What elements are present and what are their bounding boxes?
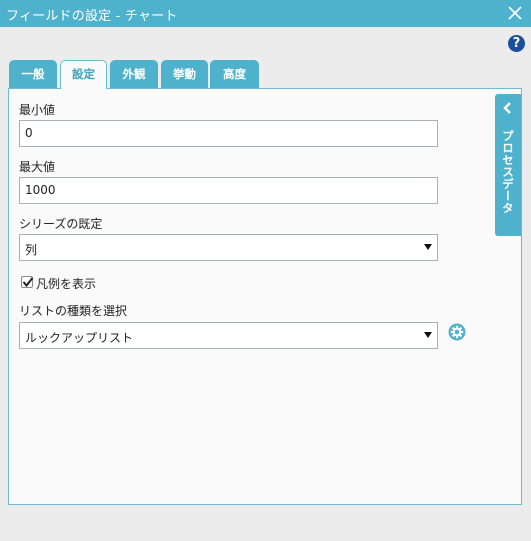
series-default-label: シリーズの既定 xyxy=(19,217,103,231)
help-button[interactable]: ? xyxy=(508,35,525,52)
list-type-select[interactable]: ルックアップリスト xyxy=(19,322,438,349)
list-type-value: ルックアップリスト xyxy=(25,331,134,345)
tab-advanced[interactable]: 高度 xyxy=(210,60,259,88)
dropdown-arrow-icon xyxy=(424,244,432,250)
close-button[interactable] xyxy=(505,3,525,23)
list-type-label: リストの種類を選択 xyxy=(19,304,128,318)
window-title: フィールドの設定 - チャート xyxy=(6,9,178,24)
checkmark-icon xyxy=(22,277,34,288)
show-legend-checkbox[interactable] xyxy=(21,276,34,288)
process-data-tab[interactable]: プロセスデータ xyxy=(495,94,521,236)
tab-behavior[interactable]: 挙動 xyxy=(161,60,208,88)
gear-icon xyxy=(448,323,466,341)
tab-appearance[interactable]: 外観 xyxy=(110,60,158,88)
min-value-input[interactable]: 0 xyxy=(19,120,438,147)
tab-general[interactable]: 一般 xyxy=(9,60,57,88)
chevron-left-icon xyxy=(503,102,511,114)
process-data-label: プロセスデータ xyxy=(501,130,515,214)
tab-settings[interactable]: 設定 xyxy=(60,60,107,89)
title-bar: フィールドの設定 - チャート xyxy=(0,0,531,27)
show-legend-label: 凡例を表示 xyxy=(36,277,97,291)
min-value-label: 最小値 xyxy=(19,103,56,117)
max-value-input[interactable]: 1000 xyxy=(19,177,438,204)
series-default-value: 列 xyxy=(25,243,38,257)
max-value-label: 最大値 xyxy=(19,160,56,174)
help-icon: ? xyxy=(512,36,521,51)
series-default-select[interactable]: 列 xyxy=(19,234,438,261)
close-icon xyxy=(508,6,522,20)
list-settings-button[interactable] xyxy=(447,322,467,342)
settings-panel xyxy=(8,88,522,505)
dropdown-arrow-icon xyxy=(424,332,432,338)
